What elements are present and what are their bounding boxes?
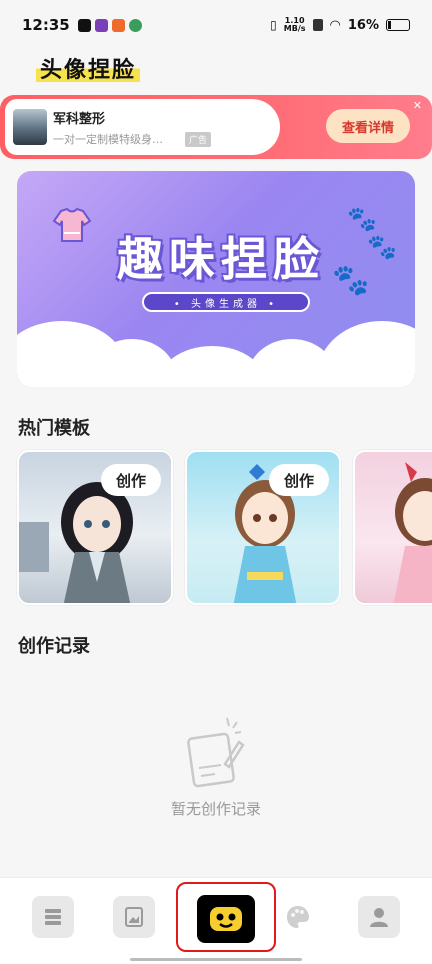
status-time: 12:35: [22, 16, 70, 34]
bottom-nav: [0, 877, 432, 964]
nav-face-editor-highlight: [176, 882, 276, 952]
ad-banner[interactable]: 军科整形 一对一定制模特级身… 广告 查看详情 ✕: [0, 95, 432, 159]
create-button[interactable]: 创作: [101, 464, 161, 496]
ad-close-icon[interactable]: ✕: [413, 99, 422, 112]
ad-thumbnail: [13, 109, 47, 145]
paw-icon: 🐾: [367, 233, 397, 261]
nav-profile[interactable]: [358, 896, 400, 938]
wifi-icon: ◠: [329, 17, 341, 33]
creation-records-title: 创作记录: [18, 636, 90, 657]
paw-icon: 🐾: [332, 263, 370, 298]
ad-tag: 广告: [185, 132, 212, 147]
template-avatar: [393, 462, 432, 603]
tiktok-icon: [77, 18, 91, 32]
palette-icon: [287, 906, 309, 928]
app-notification-icon: [128, 18, 142, 32]
app-notification-icon: [111, 18, 125, 32]
net-speed: 1.10 MB/s: [283, 16, 306, 33]
template-card[interactable]: [353, 450, 432, 605]
gallery-icon: [125, 907, 143, 927]
vibrate-icon: ▯: [270, 18, 277, 32]
template-card[interactable]: 创作: [17, 450, 173, 605]
empty-notebook-icon: [187, 717, 245, 788]
hero-banner[interactable]: 🐾 🐾 🐾 趣味捏脸 • 头像生成器 •: [17, 171, 415, 387]
face-editor-icon: [210, 907, 242, 931]
battery-percent: 16%: [347, 17, 379, 33]
ad-title: 军科整形: [53, 112, 106, 127]
battery-icon: [386, 19, 410, 31]
nav-face-editor[interactable]: [197, 895, 255, 943]
ad-content[interactable]: 军科整形 一对一定制模特级身… 广告: [5, 99, 280, 155]
nav-palette[interactable]: [277, 896, 319, 938]
ad-details-button[interactable]: 查看详情: [326, 109, 410, 143]
library-icon: [45, 909, 61, 925]
app-notification-icon: [94, 18, 108, 32]
status-bar: 12:35 ▯ 1.10 MB/s ◠ 16%: [0, 0, 432, 50]
hot-templates-title: 热门模板: [18, 418, 90, 439]
ad-description: 一对一定制模特级身…: [53, 133, 163, 146]
no-sim-icon: [312, 19, 323, 31]
create-button[interactable]: 创作: [269, 464, 329, 496]
nav-library[interactable]: [32, 896, 74, 938]
notification-icons: [77, 18, 142, 32]
home-indicator[interactable]: [130, 958, 302, 961]
empty-state-text: 暂无创作记录: [170, 800, 261, 818]
hero-subtitle: • 头像生成器 •: [142, 292, 310, 312]
app-title: 头像捏脸: [36, 52, 141, 83]
template-card[interactable]: 创作: [185, 450, 341, 605]
nav-gallery[interactable]: [113, 896, 155, 938]
profile-icon: [370, 908, 388, 927]
sweater-icon: [53, 207, 91, 242]
hero-title: 趣味捏脸: [117, 232, 325, 286]
paw-icon: 🐾: [347, 205, 377, 233]
